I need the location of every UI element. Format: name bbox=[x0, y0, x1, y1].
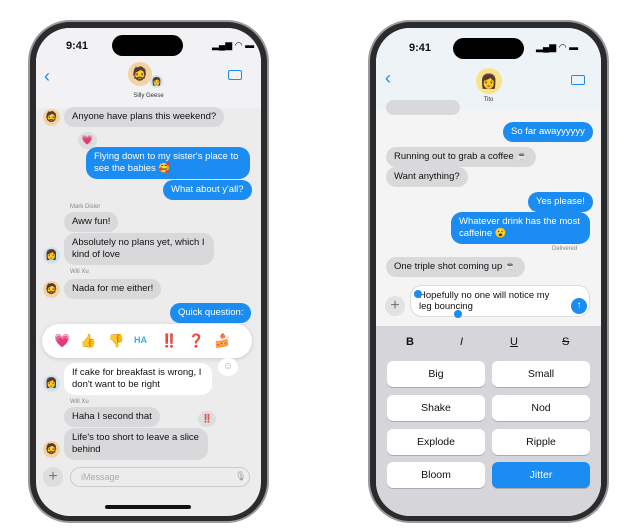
tapback-picker: 💗 👍 👎 HA ‼️ ❓ 🍰 bbox=[42, 324, 252, 358]
message-bubble[interactable]: Whatever drink has the most caffeine 😮 bbox=[451, 212, 590, 244]
effect-jitter-selected[interactable]: Jitter bbox=[492, 462, 590, 488]
message-bubble[interactable]: Haha I second that bbox=[64, 407, 160, 427]
message-input[interactable]: Hopefully no one will notice my leg boun… bbox=[410, 285, 590, 317]
text-effects-panel: B I U S Big Small Shake Nod Explode Ripp… bbox=[376, 326, 601, 516]
avatar: 🧔 bbox=[43, 441, 60, 458]
message-bubble[interactable]: Yes please! bbox=[528, 192, 593, 212]
contact-avatar[interactable]: 👩 bbox=[476, 68, 502, 94]
group-avatar[interactable]: 🧔 bbox=[128, 62, 152, 86]
home-indicator bbox=[105, 505, 191, 509]
effect-explode[interactable]: Explode bbox=[387, 429, 485, 455]
video-call-icon[interactable] bbox=[571, 75, 585, 85]
messages-screen-direct: 9:41 ▂▄▆ ◠ ▬ ‹ 👩 Tito So far awayyyyyy R… bbox=[376, 28, 601, 516]
effect-small[interactable]: Small bbox=[492, 361, 590, 387]
effect-big[interactable]: Big bbox=[387, 361, 485, 387]
reaction-haha[interactable]: HA bbox=[134, 335, 147, 345]
message-bubble[interactable]: Anyone have plans this weekend? bbox=[64, 107, 225, 127]
message-bubble[interactable]: Absolutely no plans yet, which I kind of… bbox=[64, 233, 214, 265]
video-call-icon[interactable] bbox=[228, 70, 242, 80]
sender-name: Will Xu bbox=[70, 399, 89, 405]
effect-nod[interactable]: Nod bbox=[492, 395, 590, 421]
reaction-question[interactable]: ❓ bbox=[188, 333, 204, 349]
message-bubble[interactable]: Flying down to my sister's place to see … bbox=[86, 147, 250, 179]
status-icons: ▂▄▆ ◠ ▬ bbox=[212, 40, 255, 50]
avatar: 👩 bbox=[43, 375, 60, 392]
status-time: 9:41 bbox=[409, 42, 432, 54]
status-icons: ▂▄▆ ◠ ▬ bbox=[536, 42, 579, 52]
group-avatar-secondary: 👩 bbox=[150, 75, 163, 88]
message-bubble[interactable]: One triple shot coming up ☕ bbox=[386, 257, 525, 277]
plus-icon[interactable]: + bbox=[385, 296, 405, 316]
reaction-thumbs-down[interactable]: 👎 bbox=[108, 333, 124, 349]
tapback-exclamation: ‼️ bbox=[198, 411, 216, 427]
microphone-icon[interactable]: 🎙 bbox=[235, 471, 246, 482]
message-bubble[interactable]: Running out to grab a coffee ☕ bbox=[386, 147, 537, 167]
message-bubble[interactable]: What about y'all? bbox=[163, 180, 252, 200]
sender-name: Will Xu bbox=[70, 269, 89, 275]
message-input[interactable]: iMessage bbox=[70, 467, 250, 487]
reaction-thumbs-up[interactable]: 👍 bbox=[80, 333, 96, 349]
group-name[interactable]: Silly Geese bbox=[36, 93, 261, 99]
input-placeholder: iMessage bbox=[81, 472, 120, 482]
message-bubble[interactable]: If cake for breakfast is wrong, I don't … bbox=[64, 363, 212, 395]
selection-handle-end[interactable] bbox=[454, 310, 462, 318]
dynamic-island bbox=[453, 38, 524, 59]
message-bubble[interactable]: Nada for me either! bbox=[64, 279, 162, 299]
message-bubble[interactable]: Want anything? bbox=[386, 167, 468, 187]
effect-shake[interactable]: Shake bbox=[387, 395, 485, 421]
effect-ripple[interactable]: Ripple bbox=[492, 429, 590, 455]
strikethrough-button[interactable]: S bbox=[562, 336, 569, 348]
delivered-status: Delivered bbox=[552, 246, 578, 252]
message-bubble[interactable]: Aww fun! bbox=[64, 212, 119, 232]
sender-name: Mark Disler bbox=[70, 204, 101, 210]
message-bubble-partial[interactable] bbox=[386, 100, 460, 115]
message-bubble[interactable]: Life's too short to leave a slice behind bbox=[64, 428, 208, 460]
selection-handle-start[interactable] bbox=[414, 290, 422, 298]
plus-icon[interactable]: + bbox=[43, 467, 63, 487]
reaction-heart[interactable]: 💗 bbox=[54, 333, 70, 349]
send-arrow-icon[interactable]: ↑ bbox=[571, 298, 587, 314]
add-emoji-icon[interactable]: ☺ bbox=[218, 358, 238, 376]
dynamic-island bbox=[112, 35, 183, 56]
message-bubble[interactable]: Quick question: bbox=[170, 303, 252, 323]
avatar: 🧔 bbox=[43, 109, 60, 126]
back-chevron-icon[interactable]: ‹ bbox=[385, 68, 391, 89]
italic-button[interactable]: I bbox=[460, 336, 463, 348]
avatar: 🧔 bbox=[43, 281, 60, 298]
bold-button[interactable]: B bbox=[406, 336, 414, 348]
avatar: 👩 bbox=[43, 247, 60, 264]
underline-button[interactable]: U bbox=[510, 336, 518, 348]
messages-screen-group: 9:41 ▂▄▆ ◠ ▬ ‹ 🧔 👩 Silly Geese 🧔 Anyone … bbox=[36, 28, 261, 516]
status-time: 9:41 bbox=[66, 40, 89, 52]
draft-text: Hopefully no one will notice my leg boun… bbox=[419, 290, 550, 312]
reaction-exclamation[interactable]: ‼️ bbox=[161, 333, 177, 349]
effect-bloom[interactable]: Bloom bbox=[387, 462, 485, 488]
back-chevron-icon[interactable]: ‹ bbox=[44, 66, 50, 87]
reaction-cake[interactable]: 🍰 bbox=[214, 333, 230, 349]
message-bubble[interactable]: So far awayyyyyy bbox=[503, 122, 593, 142]
